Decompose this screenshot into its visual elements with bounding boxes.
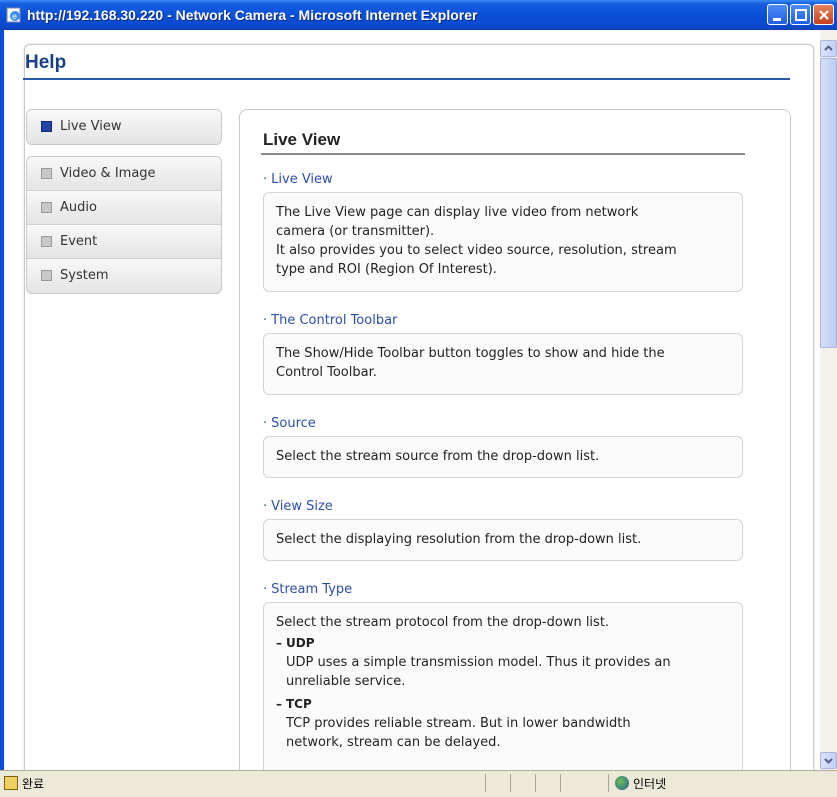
section-heading-text: Stream Type <box>271 582 353 597</box>
subitem-line: UDP uses a simple transmission model. Th… <box>286 655 671 670</box>
section-line: Control Toolbar. <box>276 365 377 380</box>
section-heading-text: Live View <box>271 172 333 187</box>
nav-arrow-icon <box>41 236 52 247</box>
nav-item-label: Audio <box>60 200 97 215</box>
section-line: camera (or transmitter). <box>276 224 435 239</box>
section-heading-stream-type: · Stream Type <box>263 582 353 597</box>
page-content: Help Live View Video & Image Audio Event… <box>4 30 820 770</box>
nav-item-label: Video & Image <box>60 166 156 181</box>
maximize-button[interactable] <box>790 4 811 25</box>
status-bar: 완료 인터넷 <box>0 770 837 797</box>
status-divider <box>560 774 561 792</box>
section-heading-text: View Size <box>271 499 333 514</box>
subitem-line: TCP provides reliable stream. But in low… <box>286 716 631 731</box>
section-heading-view-size: · View Size <box>263 499 333 514</box>
nav-item-label: Event <box>60 234 98 249</box>
subitem-heading-udp: – UDP <box>276 636 315 650</box>
subitem-label: TCP <box>286 697 312 711</box>
subitem-heading-tcp: – TCP <box>276 697 312 711</box>
subitem-label: UDP <box>286 636 315 650</box>
page-done-icon <box>4 776 18 790</box>
nav-item-label: System <box>60 268 109 283</box>
nav-arrow-icon <box>41 270 52 281</box>
section-box-stream-type: Select the stream protocol from the drop… <box>263 602 743 770</box>
help-title-rule <box>23 78 790 80</box>
status-divider <box>535 774 536 792</box>
section-box-view-size: Select the displaying resolution from th… <box>263 519 743 561</box>
subitem-line: network, stream can be delayed. <box>286 735 501 750</box>
scroll-down-button[interactable] <box>820 752 837 769</box>
section-heading-text: The Control Toolbar <box>271 313 398 328</box>
section-line: type and ROI (Region Of Interest). <box>276 262 497 277</box>
window-title: http://192.168.30.220 - Network Camera -… <box>27 7 478 23</box>
section-line: The Live View page can display live vide… <box>276 205 639 220</box>
section-box-source: Select the stream source from the drop-d… <box>263 436 743 478</box>
ie-page-icon: e <box>6 7 22 23</box>
section-heading-text: Source <box>271 416 316 431</box>
section-heading-control-toolbar: · The Control Toolbar <box>263 313 398 328</box>
section-line: The Show/Hide Toolbar button toggles to … <box>276 346 665 361</box>
section-line: Select the displaying resolution from th… <box>276 532 642 547</box>
nav-item-video-image[interactable]: Video & Image <box>27 157 221 191</box>
content-title-rule <box>261 153 745 155</box>
section-line: Select the stream protocol from the drop… <box>276 615 610 630</box>
internet-zone-icon <box>615 776 629 790</box>
nav-arrow-icon <box>41 202 52 213</box>
nav-active-icon <box>41 121 52 132</box>
nav-group: Video & Image Audio Event System <box>26 156 222 294</box>
status-divider <box>510 774 511 792</box>
section-box-live-view: The Live View page can display live vide… <box>263 192 743 292</box>
nav-item-label: Live View <box>60 119 122 134</box>
scroll-thumb[interactable] <box>820 58 837 348</box>
status-divider <box>608 774 609 792</box>
status-text: 완료 <box>22 777 45 791</box>
close-button[interactable] <box>813 4 834 25</box>
subitem-line: unreliable service. <box>286 674 406 689</box>
section-box-control-toolbar: The Show/Hide Toolbar button toggles to … <box>263 333 743 395</box>
status-divider <box>485 774 486 792</box>
scroll-up-button[interactable] <box>820 40 837 57</box>
section-heading-source: · Source <box>263 416 316 431</box>
nav-arrow-icon <box>41 168 52 179</box>
help-content-box: Live View · Live View The Live View page … <box>239 109 791 770</box>
section-line: It also provides you to select video sou… <box>276 243 677 258</box>
nav-item-live-view[interactable]: Live View <box>27 110 221 144</box>
vertical-scrollbar[interactable] <box>820 30 837 770</box>
minimize-button[interactable] <box>767 4 788 25</box>
help-title: Help <box>25 52 67 73</box>
window-titlebar[interactable]: e http://192.168.30.220 - Network Camera… <box>0 0 837 30</box>
section-heading-live-view: · Live View <box>263 172 333 187</box>
content-title: Live View <box>263 130 341 149</box>
nav-item-audio[interactable]: Audio <box>27 191 221 225</box>
nav-item-system[interactable]: System <box>27 259 221 293</box>
nav-group-active: Live View <box>26 109 222 145</box>
section-line: Select the stream source from the drop-d… <box>276 449 600 464</box>
nav-item-event[interactable]: Event <box>27 225 221 259</box>
zone-text: 인터넷 <box>633 777 667 791</box>
svg-text:e: e <box>12 12 17 21</box>
